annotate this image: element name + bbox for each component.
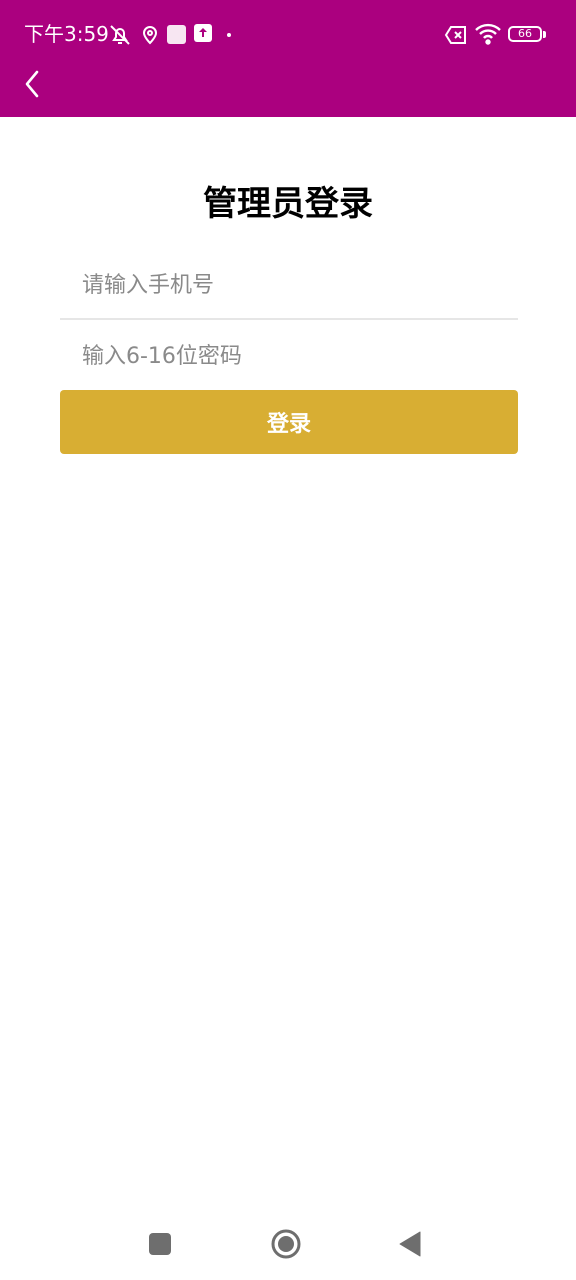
app-header: 下午3:59 66	[0, 0, 576, 117]
input-divider	[60, 318, 518, 320]
home-button[interactable]	[266, 1224, 306, 1264]
upload-icon	[194, 24, 212, 42]
chevron-left-icon	[25, 70, 39, 98]
wifi-icon	[474, 22, 502, 46]
recent-apps-button[interactable]	[140, 1224, 180, 1264]
battery-level: 66	[518, 27, 532, 40]
mute-icon	[107, 22, 133, 48]
sim-error-icon	[444, 24, 468, 46]
back-triangle-icon	[399, 1231, 421, 1257]
login-button[interactable]: 登录	[60, 390, 518, 454]
back-button[interactable]	[14, 64, 50, 104]
system-back-button[interactable]	[390, 1224, 430, 1264]
app-square-icon	[166, 24, 186, 44]
status-time: 下午3:59	[24, 22, 109, 46]
page-title: 管理员登录	[203, 184, 373, 224]
phone-input[interactable]	[60, 253, 518, 317]
home-circle-icon	[271, 1229, 301, 1259]
battery-icon: 66	[507, 24, 547, 44]
password-input[interactable]	[60, 324, 518, 388]
location-icon	[140, 23, 160, 47]
square-icon	[149, 1233, 171, 1255]
dot-icon	[226, 32, 232, 38]
login-screen: 下午3:59 66 管理员登录 请输入手机号 登录	[0, 0, 576, 1280]
